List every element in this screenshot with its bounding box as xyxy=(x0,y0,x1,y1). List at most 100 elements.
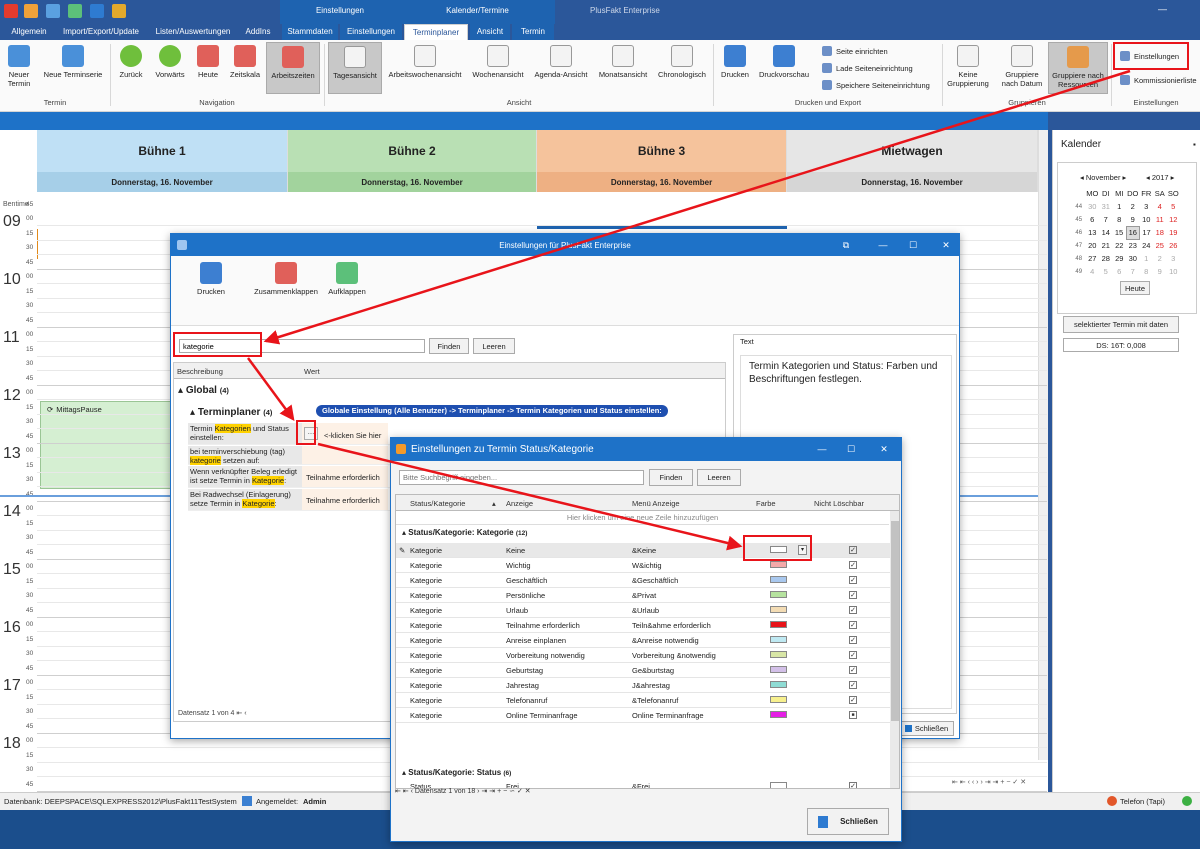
calendar-day[interactable]: 4 xyxy=(1086,265,1100,278)
new-row[interactable]: Hier klicken um eine neue Zeile hinzuzuf… xyxy=(396,511,889,525)
color-swatch[interactable] xyxy=(770,606,787,613)
settings-find-button[interactable]: Finden xyxy=(429,338,469,354)
month-view-button[interactable]: Monatsansicht xyxy=(596,45,650,79)
category-row[interactable]: Kategorie Persönliche &Privat ✓ xyxy=(396,588,899,603)
settings-close-button[interactable]: Schließen xyxy=(899,721,954,736)
calendar-day[interactable]: 8 xyxy=(1113,213,1127,226)
new-series-button[interactable]: Neue Terminserie xyxy=(40,45,106,79)
minimize-icon[interactable]: — xyxy=(815,442,829,456)
calendar-day[interactable]: 6 xyxy=(1086,213,1100,226)
tab-termin[interactable]: Termin xyxy=(512,24,554,40)
not-deletable-checkbox[interactable]: ✓ xyxy=(849,636,857,644)
color-swatch[interactable] xyxy=(770,681,787,688)
maximize-icon[interactable]: ☐ xyxy=(844,442,858,456)
phone-status[interactable]: Telefon (Tapi) xyxy=(1120,797,1165,806)
quick-access-icon[interactable] xyxy=(46,4,60,18)
category-row[interactable]: Kategorie Jahrestag J&ahrestag ✓ xyxy=(396,678,899,693)
week-view-button[interactable]: Wochenansicht xyxy=(470,45,526,79)
calendar-day[interactable]: 20 xyxy=(1086,239,1100,252)
load-page-setup-button[interactable]: Lade Seiteneinrichtung xyxy=(822,63,913,73)
back-button[interactable]: Zurück xyxy=(116,45,146,79)
calendar-day[interactable]: 5 xyxy=(1167,200,1181,213)
resource-name[interactable]: Bühne 3 xyxy=(537,130,786,172)
calendar-day[interactable]: 28 xyxy=(1099,252,1113,265)
not-deletable-checkbox[interactable]: ✓ xyxy=(849,621,857,629)
settings-print-button[interactable]: Drucken xyxy=(193,262,229,296)
tab-einstellungen[interactable]: Einstellungen xyxy=(340,24,402,40)
not-deletable-checkbox[interactable]: ✓ xyxy=(849,696,857,704)
calendar-day[interactable]: 2 xyxy=(1153,252,1167,265)
calendar-day[interactable]: 27 xyxy=(1086,252,1100,265)
timescale-button[interactable]: Zeitskala xyxy=(228,45,262,79)
setting-value[interactable]: Teilnahme erforderlich xyxy=(306,473,380,482)
close-icon[interactable]: ✕ xyxy=(877,442,891,456)
color-swatch[interactable] xyxy=(770,651,787,658)
calendar-day[interactable]: 10 xyxy=(1167,265,1181,278)
group-by-resource-button[interactable]: Gruppiere nach Ressourcen xyxy=(1048,42,1108,94)
not-deletable-checkbox[interactable]: ✓ xyxy=(849,606,857,614)
category-row[interactable]: Kategorie Geschäftlich &Geschäftlich ✓ xyxy=(396,573,899,588)
not-deletable-checkbox[interactable]: ✓ xyxy=(849,782,857,788)
calendar-day[interactable]: 4 xyxy=(1153,200,1167,213)
color-swatch[interactable] xyxy=(770,576,787,583)
category-row[interactable]: Kategorie Vorbereitung notwendig Vorbereit… xyxy=(396,648,899,663)
pin-icon[interactable]: ▪ xyxy=(1193,140,1196,149)
not-deletable-checkbox[interactable]: ✓ xyxy=(849,576,857,584)
calendar-day[interactable]: 30 xyxy=(1126,252,1140,265)
category-close-button[interactable]: Schließen xyxy=(807,808,889,835)
category-scrollbar[interactable] xyxy=(890,511,899,788)
tab-import-export[interactable]: Import/Export/Update xyxy=(58,24,144,40)
group-by-date-button[interactable]: Gruppiere nach Datum xyxy=(998,45,1046,88)
color-swatch[interactable] xyxy=(770,696,787,703)
calendar-day[interactable]: 7 xyxy=(1126,265,1140,278)
month-selector[interactable]: ◂ November ▸ xyxy=(1080,173,1126,182)
tab-stammdaten[interactable]: Stammdaten xyxy=(282,24,338,40)
not-deletable-checkbox[interactable]: ✓ xyxy=(849,651,857,659)
calendar-day[interactable]: 24 xyxy=(1140,239,1154,252)
calendar-day[interactable]: 1 xyxy=(1113,200,1127,213)
scrollbar-thumb[interactable] xyxy=(891,521,899,721)
page-setup-button[interactable]: Seite einrichten xyxy=(822,46,888,56)
calendar-day[interactable]: 16 xyxy=(1125,225,1140,240)
color-swatch[interactable] xyxy=(770,591,787,598)
color-swatch[interactable] xyxy=(770,711,787,718)
tab-terminplaner[interactable]: Terminplaner xyxy=(404,24,468,40)
close-icon[interactable]: ✕ xyxy=(939,238,953,252)
calendar-day[interactable]: 14 xyxy=(1099,226,1113,239)
category-clear-button[interactable]: Leeren xyxy=(697,469,741,486)
calendar-day[interactable]: 7 xyxy=(1099,213,1113,226)
day-view-button[interactable]: Tagesansicht xyxy=(328,42,382,94)
calendar-day[interactable]: 10 xyxy=(1140,213,1154,226)
column-header-description[interactable]: Beschreibung xyxy=(177,367,223,376)
category-row[interactable]: Kategorie Teilnahme erforderlich Teiln&ahm… xyxy=(396,618,899,633)
print-button[interactable]: Drucken xyxy=(718,45,752,79)
resource-name[interactable]: Bühne 2 xyxy=(288,130,536,172)
not-deletable-checkbox[interactable]: ✓ xyxy=(849,546,857,554)
color-swatch[interactable] xyxy=(770,782,787,788)
calendar-day[interactable]: 22 xyxy=(1113,239,1127,252)
category-row[interactable]: Kategorie Wichtig W&ichtig ✓ xyxy=(396,558,899,573)
calendar-day[interactable]: 21 xyxy=(1099,239,1113,252)
calendar-day[interactable]: 15 xyxy=(1113,226,1127,239)
year-selector[interactable]: ◂ 2017 ▸ xyxy=(1146,173,1174,182)
column-header-not-deletable[interactable]: Nicht Löschbar xyxy=(814,499,864,508)
commission-list-button[interactable]: Kommissionierliste xyxy=(1120,75,1197,85)
column-header-menu[interactable]: Menü Anzeige xyxy=(632,499,680,508)
selected-appointment-button[interactable]: selektierter Termin mit daten xyxy=(1063,316,1179,333)
calendar-day[interactable]: 13 xyxy=(1086,226,1100,239)
calendar-day[interactable]: 17 xyxy=(1140,226,1154,239)
calendar-day[interactable]: 12 xyxy=(1167,213,1181,226)
today-calendar-button[interactable]: Heute xyxy=(1120,281,1150,295)
help-icon[interactable] xyxy=(90,4,104,18)
category-row[interactable]: Kategorie Urlaub &Urlaub ✓ xyxy=(396,603,899,618)
calendar-day[interactable]: 23 xyxy=(1126,239,1140,252)
minimize-button[interactable]: — xyxy=(1158,4,1167,14)
calendar-day[interactable]: 9 xyxy=(1153,265,1167,278)
quick-access-icon[interactable] xyxy=(112,4,126,18)
tab-addins[interactable]: AddIns xyxy=(240,24,276,40)
column-header-color[interactable]: Farbe xyxy=(756,499,776,508)
group-kategorie[interactable]: ▴ Status/Kategorie: Kategorie (12) xyxy=(402,528,527,537)
pager-controls[interactable]: ⇤ ⇤ ‹ ‹ › › ⇥ ⇥ + − ✓ ✕ xyxy=(952,778,1026,786)
minimize-icon[interactable]: — xyxy=(876,238,890,252)
setting-value[interactable]: Teilnahme erforderlich xyxy=(306,496,380,505)
